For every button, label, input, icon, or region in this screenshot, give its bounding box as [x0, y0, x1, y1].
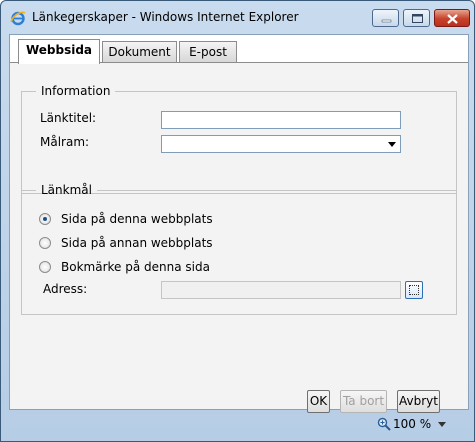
- tab-dokument[interactable]: Dokument: [102, 41, 177, 63]
- radio-bookmark-label[interactable]: Bokmärke på denna sida: [61, 260, 210, 274]
- dialog-window: Länkegerskaper - Windows Internet Explor…: [0, 0, 475, 442]
- radio-this-site-label[interactable]: Sida på denna webbplats: [61, 212, 213, 226]
- link-title-input[interactable]: [161, 111, 401, 129]
- tab-webbsida[interactable]: Webbsida: [18, 39, 100, 64]
- title-bar[interactable]: Länkegerskaper - Windows Internet Explor…: [1, 1, 474, 33]
- window-title: Länkegerskaper - Windows Internet Explor…: [32, 10, 299, 24]
- zoom-dropdown-icon[interactable]: [438, 422, 446, 427]
- chevron-down-icon: [388, 142, 396, 147]
- dialog-content: Webbsida Dokument E-post Information Län…: [9, 34, 469, 413]
- target-frame-select[interactable]: [161, 135, 401, 153]
- browse-button[interactable]: [405, 281, 423, 299]
- radio-bookmark[interactable]: [39, 261, 51, 273]
- target-frame-label: Målram:: [40, 135, 90, 149]
- status-bar: 100 %: [1, 410, 474, 441]
- tab-panel-webbsida: Information Länktitel: Målram: Länkmål S…: [10, 63, 468, 413]
- radio-other-site[interactable]: [39, 237, 51, 249]
- zoom-level[interactable]: 100 %: [393, 417, 431, 431]
- close-button[interactable]: [434, 9, 470, 27]
- minimize-button[interactable]: [372, 9, 399, 27]
- tab-e-post[interactable]: E-post: [179, 41, 237, 63]
- radio-this-site[interactable]: [39, 213, 51, 225]
- ie-icon: [10, 10, 26, 26]
- address-label: Adress:: [43, 282, 88, 296]
- link-target-legend: Länkmål: [41, 183, 92, 197]
- address-input[interactable]: [161, 281, 401, 299]
- zoom-icon[interactable]: [377, 417, 391, 431]
- information-legend: Information: [41, 84, 111, 98]
- radio-other-site-label[interactable]: Sida på annan webbplats: [61, 236, 213, 250]
- maximize-button[interactable]: [403, 9, 430, 27]
- link-title-label: Länktitel:: [40, 111, 97, 125]
